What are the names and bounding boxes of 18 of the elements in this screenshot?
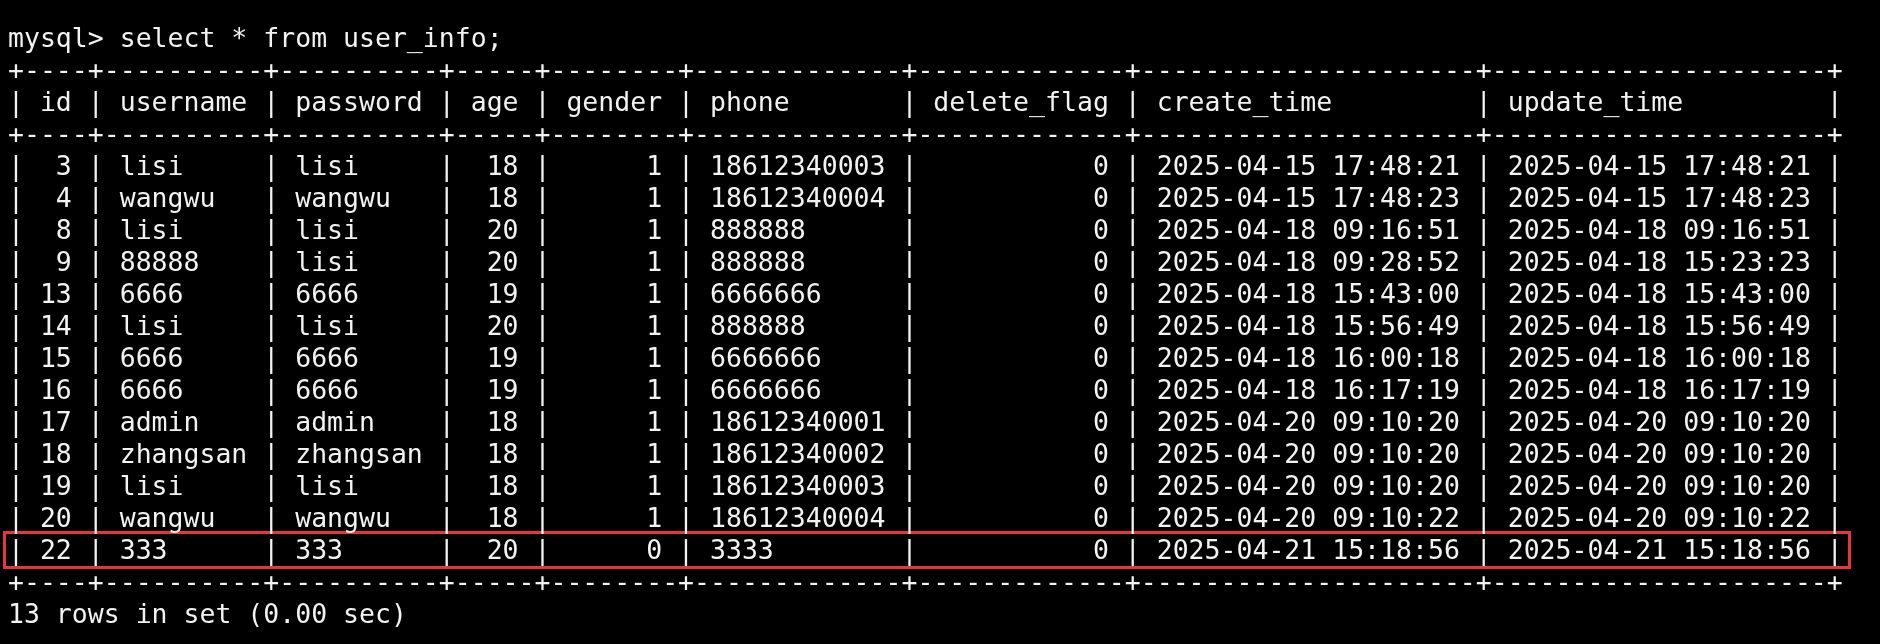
result-summary: 13 rows in set (0.00 sec)	[8, 598, 407, 630]
command-line: mysql> select * from user_info;	[8, 22, 503, 54]
table-border: +----+----------+----------+-----+--------+-------------+-------------+---------------------+---------------------+	[8, 54, 1843, 86]
table-row: | 14 | lisi | lisi | 20 | 1 | 888888 | 0 | 2025-04-18 15:56:49 | 2025-04-18 15:56:49 |	[8, 310, 1843, 342]
table-row: | 17 | admin | admin | 18 | 1 | 18612340001 | 0 | 2025-04-20 09:10:20 | 2025-04-20 09:10:20 |	[8, 406, 1843, 438]
table-row: | 3 | lisi | lisi | 18 | 1 | 18612340003 | 0 | 2025-04-15 17:48:21 | 2025-04-15 17:48:21 |	[8, 150, 1843, 182]
table-row: | 13 | 6666 | 6666 | 19 | 1 | 6666666 | 0 | 2025-04-18 15:43:00 | 2025-04-18 15:43:00 |	[8, 278, 1843, 310]
table-row: | 8 | lisi | lisi | 20 | 1 | 888888 | 0 | 2025-04-18 09:16:51 | 2025-04-18 09:16:51 |	[8, 214, 1843, 246]
table-row: | 9 | 88888 | lisi | 20 | 1 | 888888 | 0 | 2025-04-18 09:28:52 | 2025-04-18 15:23:23 |	[8, 246, 1843, 278]
table-row: | 15 | 6666 | 6666 | 19 | 1 | 6666666 | 0 | 2025-04-18 16:00:18 | 2025-04-18 16:00:18 |	[8, 342, 1843, 374]
table-row: | 18 | zhangsan | zhangsan | 18 | 1 | 18612340002 | 0 | 2025-04-20 09:10:20 | 2025-04-20 09:10:20 |	[8, 438, 1843, 470]
table-border: +----+----------+----------+-----+--------+-------------+-------------+---------------------+---------------------+	[8, 118, 1843, 150]
table-row: | 16 | 6666 | 6666 | 19 | 1 | 6666666 | 0 | 2025-04-18 16:17:19 | 2025-04-18 16:17:19 |	[8, 374, 1843, 406]
table-header: | id | username | password | age | gender | phone | delete_flag | create_time | update_time |	[8, 86, 1843, 118]
table-border: +----+----------+----------+-----+--------+-------------+-------------+---------------------+---------------------+	[8, 566, 1843, 598]
table-row: | 20 | wangwu | wangwu | 18 | 1 | 18612340004 | 0 | 2025-04-20 09:10:22 | 2025-04-20 09:10:22 |	[8, 502, 1843, 534]
table-row: | 4 | wangwu | wangwu | 18 | 1 | 18612340004 | 0 | 2025-04-15 17:48:23 | 2025-04-15 17:48:23 |	[8, 182, 1843, 214]
table-row: | 19 | lisi | lisi | 18 | 1 | 18612340003 | 0 | 2025-04-20 09:10:20 | 2025-04-20 09:10:20 |	[8, 470, 1843, 502]
